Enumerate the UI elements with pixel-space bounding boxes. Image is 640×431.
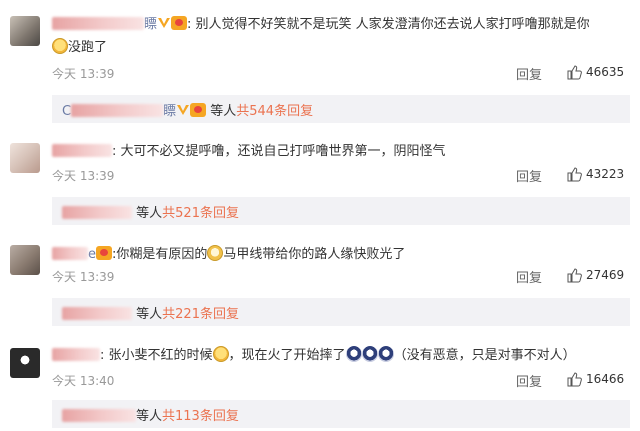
comment-line-2: 没跑了 <box>52 38 107 57</box>
timestamp: 今天 13:39 <box>52 270 115 284</box>
vip-v-icon <box>177 105 190 115</box>
like-count: 46635 <box>586 65 625 79</box>
username-blurred[interactable] <box>52 348 100 361</box>
username-blurred[interactable] <box>52 144 112 157</box>
crying-emoji-icon <box>361 346 378 362</box>
sub-username[interactable]: C <box>62 104 71 119</box>
timestamp: 今天 13:40 <box>52 374 115 388</box>
crying-emoji-icon <box>377 346 394 362</box>
like-button[interactable]: 46635 <box>566 64 624 80</box>
like-count: 16466 <box>586 372 625 386</box>
sub-prefix: 等人 <box>136 206 163 221</box>
sub-username-blurred[interactable] <box>62 307 132 320</box>
sweat-emoji-icon <box>212 346 229 362</box>
thumbs-up-icon <box>567 167 582 182</box>
like-button[interactable]: 16466 <box>566 371 624 387</box>
avatar[interactable] <box>10 348 40 378</box>
comment-line: : 张小斐不红的时候 ，现在火了开始摔了 （没有恶意，只是对事不对人） <box>52 346 576 365</box>
sub-replies[interactable]: 等人共221条回复 <box>52 298 630 326</box>
comment-text-after: 马甲线带给你的路人缘快败光了 <box>223 247 406 262</box>
more-replies-link[interactable]: 共113条回复 <box>162 409 239 424</box>
like-button[interactable]: 43223 <box>566 166 624 182</box>
avatar[interactable] <box>10 16 40 46</box>
sub-replies[interactable]: 等人共521条回复 <box>52 197 630 225</box>
like-count: 27469 <box>586 268 625 282</box>
thumbs-up-icon <box>567 268 582 283</box>
sub-replies-summary: C 瞟 等人共544条回复 <box>62 100 313 119</box>
reply-button[interactable]: 回复 <box>516 267 542 286</box>
username-blurred[interactable] <box>52 247 88 260</box>
comment-line: e:你糊是有原因的 马甲线带给你的路人缘快败光了 <box>52 245 405 264</box>
reply-button[interactable]: 回复 <box>516 371 542 390</box>
like-count: 43223 <box>586 167 625 181</box>
sub-replies-summary: 等人共521条回复 <box>62 202 239 221</box>
username[interactable]: e <box>88 247 96 262</box>
sub-username-blurred[interactable] <box>62 206 132 219</box>
comment-line: : 大可不必又提呼噜，还说自己打呼噜世界第一，阴阳怪气 <box>52 143 446 161</box>
comment-text: 大可不必又提呼噜，还说自己打呼噜世界第一，阴阳怪气 <box>120 144 446 159</box>
reply-button[interactable]: 回复 <box>516 64 542 83</box>
sub-replies[interactable]: C 瞟 等人共544条回复 <box>52 95 630 123</box>
level-badge-icon <box>171 16 188 30</box>
comment-text-end: （没有恶意，只是对事不对人） <box>393 348 576 363</box>
sub-replies-summary: 等人共221条回复 <box>62 303 239 322</box>
comment-line: 瞟: 别人觉得不好笑就不是玩笑 人家发澄清你还去说人家打呼噜那就是你 <box>52 16 590 34</box>
reply-button[interactable]: 回复 <box>516 166 542 185</box>
avatar[interactable] <box>10 245 40 275</box>
comment-text-2: 没跑了 <box>68 40 108 55</box>
sub-prefix: 等人 <box>136 307 163 322</box>
level-badge-icon <box>96 246 112 260</box>
thumbs-up-icon <box>567 65 582 80</box>
username[interactable]: 瞟 <box>144 17 157 32</box>
vip-v-icon <box>158 18 171 28</box>
timestamp: 今天 13:39 <box>52 169 115 183</box>
thumbs-up-icon <box>567 372 582 387</box>
comment-text: 张小斐不红的时候 <box>108 348 213 363</box>
crying-emoji-icon <box>345 346 362 362</box>
sweat-emoji-icon <box>52 38 68 54</box>
comment-text: 你糊是有原因的 <box>116 247 208 262</box>
sub-replies-summary: 等人共113条回复 <box>62 405 239 424</box>
avatar[interactable] <box>10 143 40 173</box>
thinking-emoji-icon <box>207 245 224 261</box>
like-button[interactable]: 27469 <box>566 267 624 283</box>
username-blurred[interactable] <box>52 17 144 30</box>
timestamp: 今天 13:39 <box>52 67 115 81</box>
more-replies-link[interactable]: 共221条回复 <box>162 307 239 322</box>
comment-text-after: ，现在火了开始摔了 <box>228 348 346 363</box>
sub-username-blurred[interactable] <box>71 104 164 117</box>
more-replies-link[interactable]: 共544条回复 <box>236 104 313 119</box>
sub-username-blurred[interactable] <box>62 409 136 422</box>
sub-replies[interactable]: 等人共113条回复 <box>52 400 630 428</box>
sub-prefix: 等人 <box>210 104 237 119</box>
comment-text: 别人觉得不好笑就不是玩笑 人家发澄清你还去说人家打呼噜那就是你 <box>195 17 590 32</box>
sub-prefix: 等人 <box>136 409 163 424</box>
more-replies-link[interactable]: 共521条回复 <box>162 206 239 221</box>
level-badge-icon <box>190 103 207 117</box>
sub-username-tail[interactable]: 瞟 <box>163 104 176 119</box>
